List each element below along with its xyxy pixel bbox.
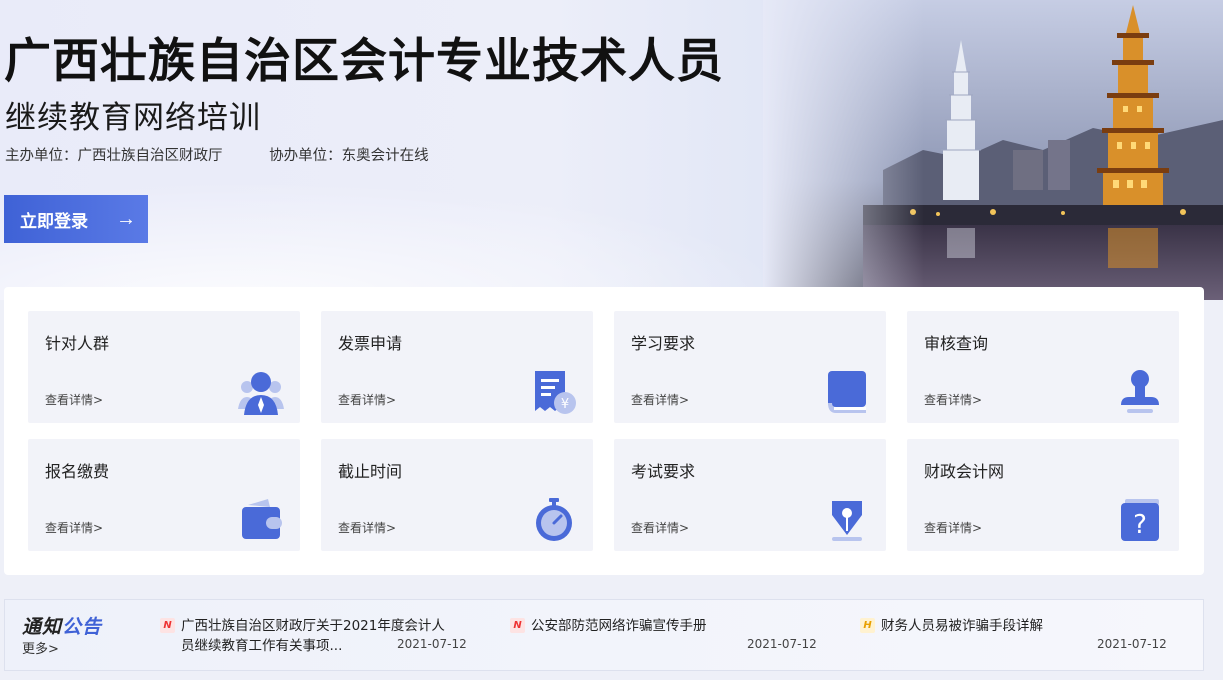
svg-text:?: ? xyxy=(1133,510,1147,540)
card-detail-link[interactable]: 查看详情> xyxy=(631,391,689,408)
card-registration-payment[interactable]: 报名缴费 查看详情> xyxy=(28,439,300,551)
card-finance-accounting-site[interactable]: 财政会计网 查看详情> ? xyxy=(907,439,1179,551)
card-detail-link[interactable]: 查看详情> xyxy=(338,391,396,408)
card-title: 报名缴费 xyxy=(45,462,110,481)
notice-item-date: 2021-07-12 xyxy=(397,637,467,651)
notice-title-line1: 广西壮族自治区财政厅关于2021年度会计人 xyxy=(181,618,445,634)
invoice-icon: ¥ xyxy=(535,371,576,414)
login-button[interactable]: 立即登录 → xyxy=(4,195,148,243)
hot-badge-icon: H xyxy=(860,618,875,633)
stamp-icon xyxy=(1121,370,1159,413)
notice-item-title: 财务人员易被诈骗手段详解 xyxy=(881,618,1043,634)
stopwatch-icon xyxy=(536,498,572,541)
page-title: 广西壮族自治区会计专业技术人员 xyxy=(4,34,724,89)
card-title: 截止时间 xyxy=(338,462,403,481)
new-badge-icon: N xyxy=(160,618,175,633)
question-icon: ? xyxy=(1121,499,1159,541)
card-title: 审核查询 xyxy=(924,334,989,353)
card-invoice-application[interactable]: 发票申请 查看详情> ¥ xyxy=(321,311,593,423)
page-subtitle: 继续教育网络培训 xyxy=(5,100,261,136)
pen-nib-icon xyxy=(832,501,862,541)
card-title: 发票申请 xyxy=(338,334,403,353)
notice-item-title: 公安部防范网络诈骗宣传手册 xyxy=(531,618,707,634)
notice-item-date: 2021-07-12 xyxy=(1097,637,1167,651)
card-detail-link[interactable]: 查看详情> xyxy=(45,519,103,536)
card-target-audience[interactable]: 针对人群 查看详情> xyxy=(28,311,300,423)
login-button-label: 立即登录 xyxy=(20,211,88,231)
card-detail-link[interactable]: 查看详情> xyxy=(924,391,982,408)
svg-text:¥: ¥ xyxy=(561,397,569,412)
card-study-requirements[interactable]: 学习要求 查看详情> xyxy=(614,311,886,423)
user-group-icon xyxy=(238,372,284,415)
hero-banner: 广西壮族自治区会计专业技术人员 继续教育网络培训 主办单位：广西壮族自治区财政厅… xyxy=(0,0,1223,300)
organizer-info: 主办单位：广西壮族自治区财政厅 协办单位：东奥会计在线 xyxy=(5,144,471,165)
book-icon xyxy=(828,371,866,413)
card-detail-link[interactable]: 查看详情> xyxy=(631,519,689,536)
notice-bar: 通知公告 更多> N 广西壮族自治区财政厅关于2021年度会计人 员继续教育工作… xyxy=(4,599,1204,671)
card-title: 财政会计网 xyxy=(924,462,1005,481)
pagoda-scene-image xyxy=(763,0,1223,300)
new-badge-icon: N xyxy=(510,618,525,633)
notice-heading-part1: 通知 xyxy=(22,616,63,638)
wallet-icon xyxy=(242,499,282,539)
card-title: 考试要求 xyxy=(631,462,696,481)
notice-heading: 通知公告 xyxy=(22,612,102,639)
notice-heading-part2: 公告 xyxy=(62,616,103,638)
host-organizer: 主办单位：广西壮族自治区财政厅 xyxy=(5,148,223,164)
card-detail-link[interactable]: 查看详情> xyxy=(45,391,103,408)
feature-card-panel: 针对人群 查看详情> 发票申请 查看详情> ¥ 学习要求 查看详情> 审核查询 … xyxy=(4,287,1204,575)
card-exam-requirements[interactable]: 考试要求 查看详情> xyxy=(614,439,886,551)
card-review-query[interactable]: 审核查询 查看详情> xyxy=(907,311,1179,423)
co-organizer: 协办单位：东奥会计在线 xyxy=(269,148,429,164)
card-deadline[interactable]: 截止时间 查看详情> xyxy=(321,439,593,551)
card-title: 针对人群 xyxy=(45,334,110,353)
card-detail-link[interactable]: 查看详情> xyxy=(924,519,982,536)
notice-item-date: 2021-07-12 xyxy=(747,637,817,651)
card-detail-link[interactable]: 查看详情> xyxy=(338,519,396,536)
arrow-right-icon: → xyxy=(116,207,136,230)
notice-more-link[interactable]: 更多> xyxy=(22,638,59,657)
card-title: 学习要求 xyxy=(631,334,696,353)
